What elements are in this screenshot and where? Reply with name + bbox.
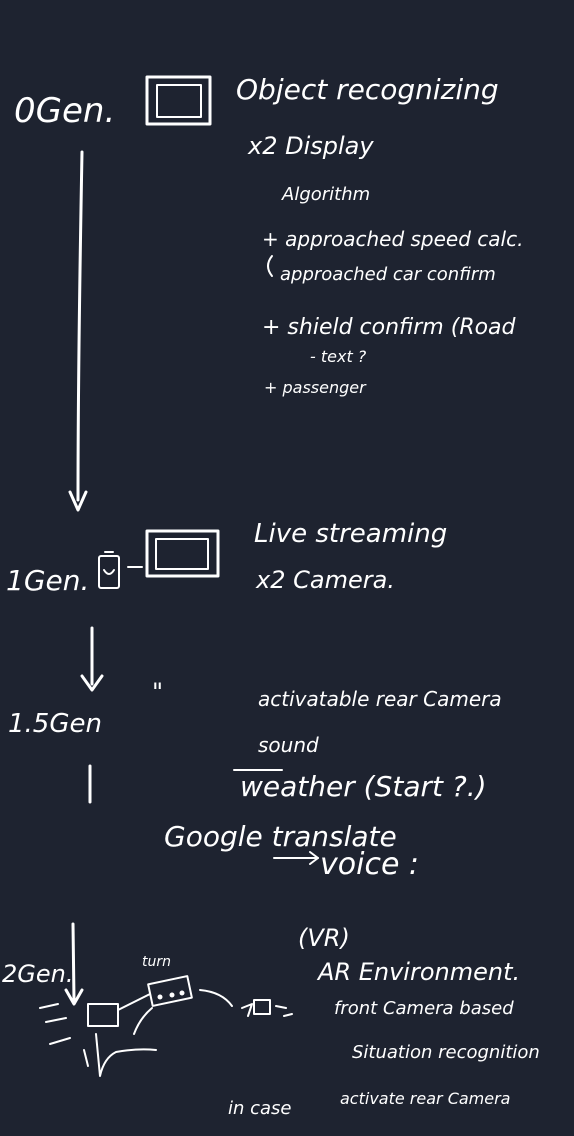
gen2-ar: AR Environment. <box>316 958 520 986</box>
gen15-label: 1.5Gen <box>8 709 102 739</box>
gen0-bracket <box>267 255 273 277</box>
sketch-canvas: 0Gen. Object recognizing x2 Display Algo… <box>2 73 540 1119</box>
gen0-title: Object recognizing <box>236 73 499 106</box>
gen0-item-2: approached car confirm <box>280 264 496 285</box>
arrow-gen0-to-gen1 <box>68 150 88 512</box>
gen2-situation: Situation recognition <box>352 1042 540 1063</box>
gen2-small-label: turn <box>142 954 171 970</box>
gen0-label: 0Gen. <box>14 91 115 131</box>
gen0-item-1: + approached speed calc. <box>262 227 523 251</box>
gen2-car-sketch <box>39 975 293 1077</box>
gen1-label: 1Gen. <box>6 564 89 597</box>
gen15-item-3: weather (Start ?.) <box>240 770 487 803</box>
gen0-display: x2 Display <box>247 132 374 160</box>
gen1-display-icon <box>145 529 220 578</box>
gen0-item-3: + shield confirm (Road <box>262 315 517 340</box>
gen0-display-icon <box>145 75 212 126</box>
gen15-item-5: voice : <box>320 847 419 882</box>
gen0-item-5: + passenger <box>264 378 367 397</box>
gen1-phone-icon <box>98 551 120 589</box>
gen15-item-1: activatable rear Camera <box>258 687 502 711</box>
gen15-voice-arrow <box>273 851 319 865</box>
gen2-vr: (VR) <box>298 924 350 952</box>
gen15-item-2: sound <box>258 733 319 757</box>
gen1-camera: x2 Camera. <box>255 566 395 594</box>
gen0-algorithm: Algorithm <box>281 184 370 205</box>
gen2-front: front Camera based <box>334 998 514 1019</box>
gen15-ditto: " <box>152 678 163 706</box>
gen0-item-4: - text ? <box>310 347 367 366</box>
arrow-gen1-to-gen15 <box>80 626 104 692</box>
gen1-title: Live streaming <box>254 519 447 549</box>
gen2-activate: activate rear Camera <box>340 1089 510 1108</box>
gen2-label: 2Gen. <box>2 960 73 988</box>
gen2-incase: in case <box>228 1098 292 1119</box>
